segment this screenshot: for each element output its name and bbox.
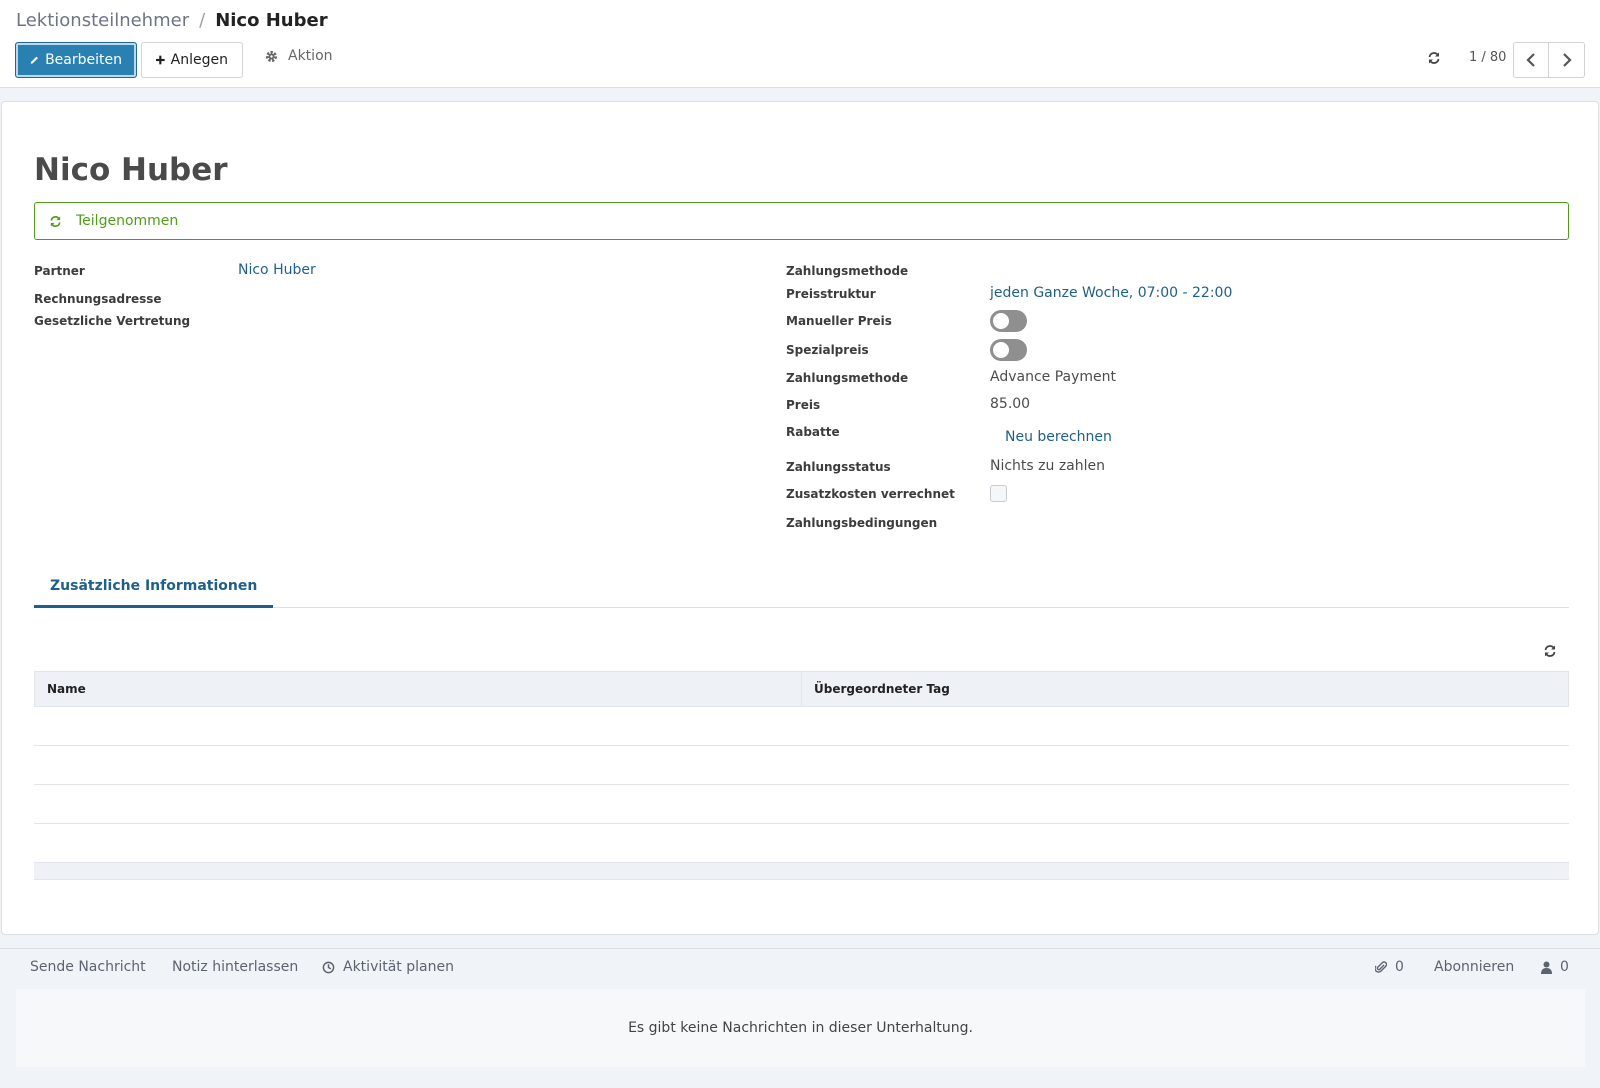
user-icon (1541, 961, 1552, 974)
follow-button[interactable]: Abonnieren (1434, 959, 1514, 975)
manual-price-toggle[interactable] (990, 310, 1027, 332)
create-button[interactable]: Anlegen (141, 42, 243, 78)
action-menu[interactable]: Aktion (265, 48, 333, 64)
breadcrumb-parent-link[interactable]: Lektionsteilnehmer (16, 10, 189, 31)
schedule-activity-button[interactable]: Aktivität planen (322, 959, 454, 975)
table-row (34, 707, 1569, 746)
breadcrumb-separator: / (199, 10, 206, 31)
special-price-label: Spezialpreis (786, 343, 869, 357)
table-row (34, 785, 1569, 824)
chatter: Sende Nachricht Notiz hinterlassen Aktiv… (0, 948, 1600, 1088)
legal-representative-label: Gesetzliche Vertretung (34, 314, 191, 328)
partner-label: Partner (34, 264, 85, 278)
column-header-name[interactable]: Name (35, 672, 802, 706)
discounts-label: Rabatte (786, 425, 840, 439)
gear-icon (265, 50, 278, 62)
attachments-button[interactable]: 0 (1375, 959, 1404, 975)
message-thread: Es gibt keine Nachrichten in dieser Unte… (16, 989, 1585, 1067)
payment-status-value: Nichts zu zahlen (990, 458, 1106, 474)
refresh-icon (50, 215, 61, 227)
billing-address-label: Rechnungsadresse (34, 292, 162, 306)
breadcrumb-current: Nico Huber (215, 10, 328, 31)
partner-value[interactable]: Nico Huber (238, 262, 316, 278)
edit-button[interactable]: Bearbeiten (15, 42, 137, 78)
plus-icon (156, 55, 165, 65)
reload-icon[interactable] (1427, 51, 1441, 65)
chevron-right-icon (1562, 53, 1572, 67)
action-menu-label: Aktion (288, 48, 333, 64)
chevron-left-icon (1526, 53, 1535, 67)
pager-nav (1513, 42, 1585, 78)
pager-value[interactable]: 1 / 80 (1469, 50, 1506, 65)
price-value: 85.00 (990, 396, 1031, 412)
clock-icon (322, 961, 335, 973)
send-message-button[interactable]: Sende Nachricht (30, 959, 146, 975)
followers-count: 0 (1560, 959, 1569, 975)
manual-price-label: Manueller Preis (786, 314, 892, 328)
extra-costs-checkbox[interactable] (990, 485, 1007, 502)
paperclip-icon (1375, 961, 1387, 973)
attachments-count: 0 (1395, 959, 1404, 975)
table-row (34, 746, 1569, 785)
table-row (34, 824, 1569, 863)
tags-table: Name Übergeordneter Tag (34, 671, 1569, 880)
status-label: Teilgenommen (76, 213, 179, 229)
pencil-icon (30, 56, 38, 64)
payment-method-top-label: Zahlungsmethode (786, 264, 909, 278)
next-record-button[interactable] (1549, 42, 1585, 78)
notebook-tabs: Zusätzliche Informationen (34, 566, 1569, 608)
form-sheet: Nico Huber Teilgenommen Partner Nico Hub… (1, 101, 1599, 935)
tab-additional-info-label: Zusätzliche Informationen (50, 577, 258, 594)
table-footer (34, 863, 1569, 880)
previous-record-button[interactable] (1513, 42, 1549, 78)
payment-status-label: Zahlungsstatus (786, 460, 891, 474)
column-header-parent-tag[interactable]: Übergeordneter Tag (802, 672, 950, 706)
record-title: Nico Huber (34, 152, 228, 188)
tab-additional-info[interactable]: Zusätzliche Informationen (34, 566, 274, 608)
payment-method-value: Advance Payment (990, 369, 1117, 385)
recalculate-button[interactable]: Neu berechnen (1005, 429, 1112, 445)
extra-costs-label: Zusatzkosten verrechnet (786, 487, 955, 501)
status-badge: Teilgenommen (34, 202, 1569, 240)
control-panel: Lektionsteilnehmer / Nico Huber Bearbeit… (0, 0, 1600, 88)
payment-method-label: Zahlungsmethode (786, 371, 909, 385)
table-header: Name Übergeordneter Tag (34, 671, 1569, 707)
payment-terms-label: Zahlungsbedingungen (786, 516, 938, 530)
schedule-activity-label: Aktivität planen (343, 959, 454, 975)
price-label: Preis (786, 398, 821, 412)
breadcrumb: Lektionsteilnehmer / Nico Huber (16, 10, 328, 31)
price-structure-value[interactable]: jeden Ganze Woche, 07:00 - 22:00 (990, 285, 1232, 301)
reload-icon[interactable] (1543, 644, 1557, 658)
edit-button-label: Bearbeiten (45, 52, 122, 68)
create-button-label: Anlegen (170, 52, 228, 68)
special-price-toggle[interactable] (990, 339, 1027, 361)
price-structure-label: Preisstruktur (786, 287, 876, 301)
empty-thread-message: Es gibt keine Nachrichten in dieser Unte… (628, 1020, 973, 1036)
followers-button[interactable]: 0 (1541, 959, 1569, 975)
log-note-button[interactable]: Notiz hinterlassen (172, 959, 298, 975)
